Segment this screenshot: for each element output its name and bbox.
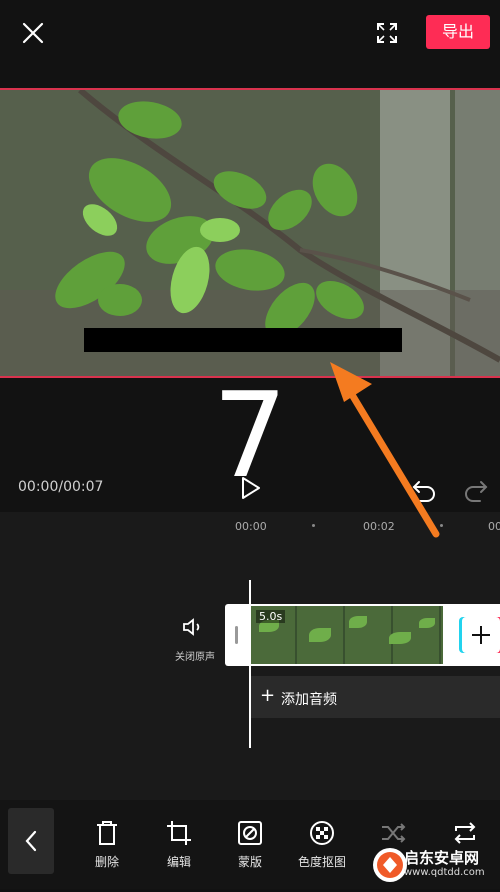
ruler-tick: 00: [488, 520, 500, 533]
ruler-dot: [440, 524, 443, 527]
fullscreen-icon[interactable]: [372, 18, 402, 48]
subtitle-bar[interactable]: [84, 328, 402, 352]
mute-original-label[interactable]: 关闭原声: [168, 648, 222, 663]
close-icon[interactable]: [18, 18, 48, 48]
delete-icon[interactable]: [94, 820, 120, 846]
ruler-tick: 00:02: [363, 520, 395, 533]
tool-mask-label[interactable]: 蒙版: [215, 853, 285, 870]
top-bar: [0, 0, 500, 88]
ruler-dot: [312, 524, 315, 527]
play-icon[interactable]: [236, 474, 264, 502]
tool-delete-label[interactable]: 删除: [72, 853, 142, 870]
watermark-url: www.qdtdd.com: [404, 867, 485, 878]
thumb-leaf: [419, 618, 435, 628]
thumb-leaf: [349, 616, 367, 628]
clip-duration: 5.0s: [256, 610, 286, 623]
plus-icon: +: [260, 685, 276, 706]
crop-icon[interactable]: [166, 820, 192, 846]
thumb-leaf: [309, 628, 331, 642]
redo-icon[interactable]: [462, 476, 490, 502]
speaker-icon[interactable]: [181, 615, 205, 639]
add-clip-button[interactable]: [462, 617, 500, 653]
undo-icon[interactable]: [410, 476, 438, 502]
time-label: 00:00/00:07: [18, 479, 104, 495]
playhead[interactable]: [249, 580, 251, 748]
ruler-tick: 00:00: [235, 520, 267, 533]
clip-trim-handle[interactable]: [225, 604, 249, 666]
tool-edit-label[interactable]: 编辑: [144, 853, 214, 870]
tool-chroma-key-label[interactable]: 色度抠图: [287, 853, 357, 870]
video-preview[interactable]: [0, 88, 500, 378]
add-audio-label[interactable]: 添加音频: [281, 689, 337, 709]
chevron-left-icon[interactable]: [8, 808, 54, 874]
thumb-leaf: [389, 632, 411, 644]
export-button[interactable]: 导出: [426, 15, 490, 49]
watermark-title: 启东安卓网: [404, 849, 480, 867]
mask-icon[interactable]: [237, 820, 263, 846]
chroma-key-icon[interactable]: [309, 820, 335, 846]
